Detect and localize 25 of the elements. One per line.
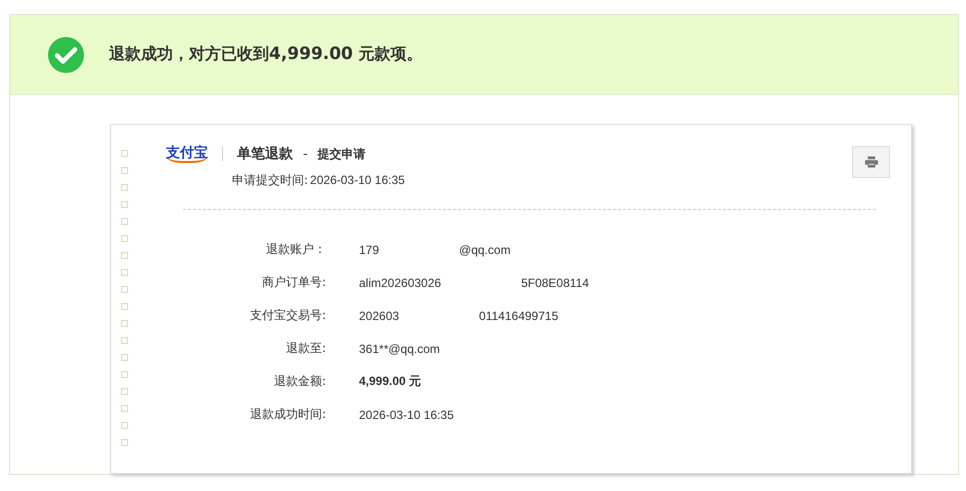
field-value: 2026-03-10 16:35 (359, 408, 454, 422)
printer-icon (864, 156, 878, 168)
field-value: 4,999.00 元 (359, 373, 422, 390)
receipt-subtitle: 提交申请 (318, 146, 366, 162)
field-value: alim202603026 (359, 276, 442, 290)
logo: 支付宝 (166, 146, 208, 162)
receipt-title: 单笔退款 (237, 145, 293, 163)
field-value: 202603 (359, 308, 400, 322)
field-label: 退款账户： (265, 241, 326, 258)
submit-time: 2026-03-10 16:35 (310, 173, 405, 187)
checkmark-icon (48, 36, 84, 72)
field-label: 退款金额: (272, 373, 326, 390)
success-message: 退款成功，对方已收到4,999.00 元款项。 (109, 44, 422, 65)
field-label: 退款至: (284, 340, 326, 357)
print-button[interactable] (852, 146, 890, 178)
field-label: 退款成功时间: (248, 406, 326, 423)
submit-time-label: 申请提交时间: (232, 173, 308, 187)
field-value: 011416499715 (479, 308, 558, 322)
field-value: 179 (359, 242, 380, 256)
field-label: 支付宝交易号: (248, 307, 326, 324)
field-value: 5F08E08114 (521, 276, 589, 290)
separator-text: - (303, 146, 308, 162)
field-value: @qq.com (459, 242, 511, 256)
field-value: 361**@qq.com (359, 342, 440, 356)
field-label: 商户订单号: (260, 274, 326, 291)
